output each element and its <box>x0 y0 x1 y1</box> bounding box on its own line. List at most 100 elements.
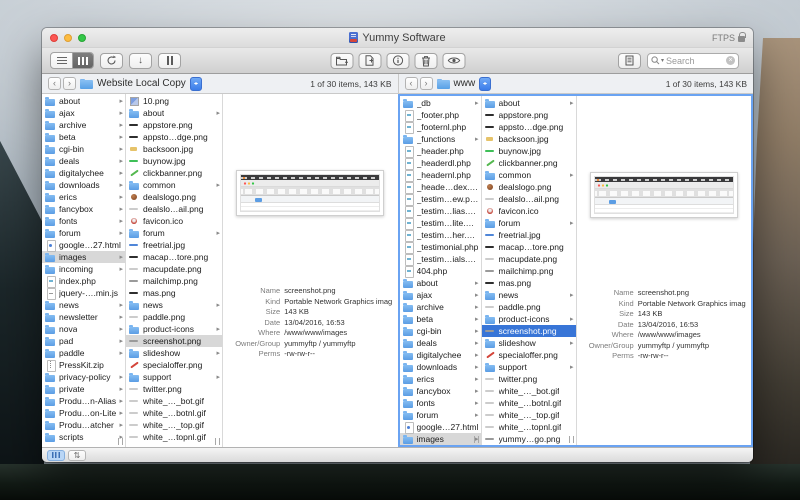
folder-row[interactable]: fancybox▸ <box>42 203 125 215</box>
folder-row[interactable]: common▸ <box>482 169 576 181</box>
folder-row[interactable]: _functions▸ <box>400 133 481 145</box>
folder-row[interactable]: downloads▸ <box>42 179 125 191</box>
file-row[interactable]: screenshot.png <box>482 325 576 337</box>
file-row[interactable]: white_…botnl.gif <box>482 397 576 409</box>
file-row[interactable]: clickbanner.png <box>482 157 576 169</box>
folder-row[interactable]: product-icons▸ <box>126 323 222 335</box>
file-row[interactable]: twitter.png <box>482 373 576 385</box>
folder-row[interactable]: news▸ <box>42 299 125 311</box>
folder-row[interactable]: cgi-bin▸ <box>42 143 125 155</box>
file-row[interactable]: screenshot.png <box>126 335 222 347</box>
file-row[interactable]: _heade…dex.php <box>400 181 481 193</box>
file-row[interactable]: google…27.html <box>400 421 481 433</box>
file-row[interactable]: macupdate.png <box>126 263 222 275</box>
folder-row[interactable]: archive▸ <box>400 301 481 313</box>
folder-row[interactable]: digitalychee▸ <box>400 349 481 361</box>
minimize-button[interactable] <box>64 34 72 42</box>
new-file-button[interactable] <box>358 53 381 69</box>
folder-row[interactable]: deals▸ <box>400 337 481 349</box>
file-row[interactable]: mailchimp.png <box>126 275 222 287</box>
file-row[interactable]: buynow.jpg <box>482 145 576 157</box>
file-row[interactable]: dealslo…ail.png <box>482 193 576 205</box>
file-row[interactable]: favicon.ico <box>482 205 576 217</box>
forward-button[interactable]: › <box>420 77 433 90</box>
file-row[interactable]: macap…tore.png <box>482 241 576 253</box>
preview-button[interactable] <box>442 53 465 69</box>
folder-row[interactable]: downloads▸ <box>400 361 481 373</box>
folder-row[interactable]: slideshow▸ <box>126 347 222 359</box>
folder-row[interactable]: images▸ <box>42 251 125 263</box>
file-row[interactable]: favicon.ico <box>126 215 222 227</box>
folder-row[interactable]: fancybox▸ <box>400 385 481 397</box>
file-row[interactable]: mas.png <box>482 277 576 289</box>
folder-row[interactable]: fonts▸ <box>400 397 481 409</box>
file-row[interactable]: _footer.php <box>400 109 481 121</box>
file-row[interactable]: appstore.png <box>126 119 222 131</box>
file-row[interactable]: 10.png <box>126 95 222 107</box>
folder-row[interactable]: newsletter▸ <box>42 311 125 323</box>
folder-row[interactable]: about▸ <box>126 107 222 119</box>
file-row[interactable]: mailchimp.png <box>482 265 576 277</box>
info-button[interactable] <box>386 53 409 69</box>
file-row[interactable]: white_…botnl.gif <box>126 407 222 419</box>
folder-row[interactable]: support▸ <box>482 361 576 373</box>
file-row[interactable]: _testim…ew.php <box>400 193 481 205</box>
folder-row[interactable]: paddle▸ <box>42 347 125 359</box>
search-scope-caret-icon[interactable]: ▾ <box>661 57 664 64</box>
file-row[interactable]: mas.png <box>126 287 222 299</box>
file-row[interactable]: freetrial.jpg <box>482 229 576 241</box>
folder-row[interactable]: ajax▸ <box>42 107 125 119</box>
folder-row[interactable]: about▸ <box>42 95 125 107</box>
file-row[interactable]: buynow.jpg <box>126 155 222 167</box>
folder-row[interactable]: ajax▸ <box>400 289 481 301</box>
file-row[interactable]: white_…topnl.gif <box>482 421 576 433</box>
file-row[interactable]: paddle.png <box>482 301 576 313</box>
file-row[interactable]: white_…_bot.gif <box>126 395 222 407</box>
folder-row[interactable]: forum▸ <box>482 217 576 229</box>
title-bar[interactable]: Yummy Software FTPS <box>42 28 753 48</box>
file-row[interactable]: dealslogo.png <box>126 191 222 203</box>
file-row[interactable]: _footernl.php <box>400 121 481 133</box>
folder-row[interactable]: product-icons▸ <box>482 313 576 325</box>
folder-row[interactable]: privacy-policy▸ <box>42 371 125 383</box>
file-row[interactable]: _header.php <box>400 145 481 157</box>
folder-row[interactable]: Produ…on-Lite▸ <box>42 407 125 419</box>
file-row[interactable]: _testim…her.php <box>400 229 481 241</box>
download-button[interactable]: ↓ <box>129 53 152 69</box>
file-row[interactable]: jquery-….min.js <box>42 287 125 299</box>
file-row[interactable]: 404.php <box>400 265 481 277</box>
folder-row[interactable]: fonts▸ <box>42 215 125 227</box>
folder-row[interactable]: cgi-bin▸ <box>400 325 481 337</box>
sort-toggle-button[interactable]: ⇅ <box>68 450 86 461</box>
file-row[interactable]: freetrial.jpg <box>126 239 222 251</box>
file-row[interactable]: specialoffer.png <box>126 359 222 371</box>
folder-row[interactable]: nova▸ <box>42 323 125 335</box>
file-row[interactable]: yummy…go.png <box>482 433 576 445</box>
folder-row[interactable]: forum▸ <box>126 227 222 239</box>
folder-row[interactable]: images▸ <box>400 433 481 445</box>
search-field[interactable]: ▾ × <box>647 53 739 69</box>
file-row[interactable]: white_…_top.gif <box>126 419 222 431</box>
file-row[interactable]: white_…_bot.gif <box>482 385 576 397</box>
file-row[interactable]: _headernl.php <box>400 169 481 181</box>
file-row[interactable]: twitter.png <box>126 383 222 395</box>
file-row[interactable]: paddle.png <box>126 311 222 323</box>
folder-row[interactable]: Produ…n-Alias▸ <box>42 395 125 407</box>
file-row[interactable]: _testim…lite.php <box>400 217 481 229</box>
folder-row[interactable]: slideshow▸ <box>482 337 576 349</box>
folder-row[interactable]: pad▸ <box>42 335 125 347</box>
file-row[interactable]: google…27.html <box>42 239 125 251</box>
folder-row[interactable]: Produ…atcher▸ <box>42 419 125 431</box>
folder-row[interactable]: archive▸ <box>42 119 125 131</box>
list-view-button[interactable] <box>51 53 72 68</box>
file-row[interactable]: white_…_top.gif <box>482 409 576 421</box>
file-row[interactable]: backsoon.jpg <box>126 143 222 155</box>
file-row[interactable]: dealslogo.png <box>482 181 576 193</box>
file-row[interactable]: white_…topnl.gif <box>126 431 222 443</box>
folder-row[interactable]: support▸ <box>126 371 222 383</box>
delete-button[interactable] <box>414 53 437 69</box>
folder-row[interactable]: private▸ <box>42 383 125 395</box>
file-row[interactable]: specialoffer.png <box>482 349 576 361</box>
forward-button[interactable]: › <box>63 77 76 90</box>
folder-row[interactable]: incoming▸ <box>42 263 125 275</box>
